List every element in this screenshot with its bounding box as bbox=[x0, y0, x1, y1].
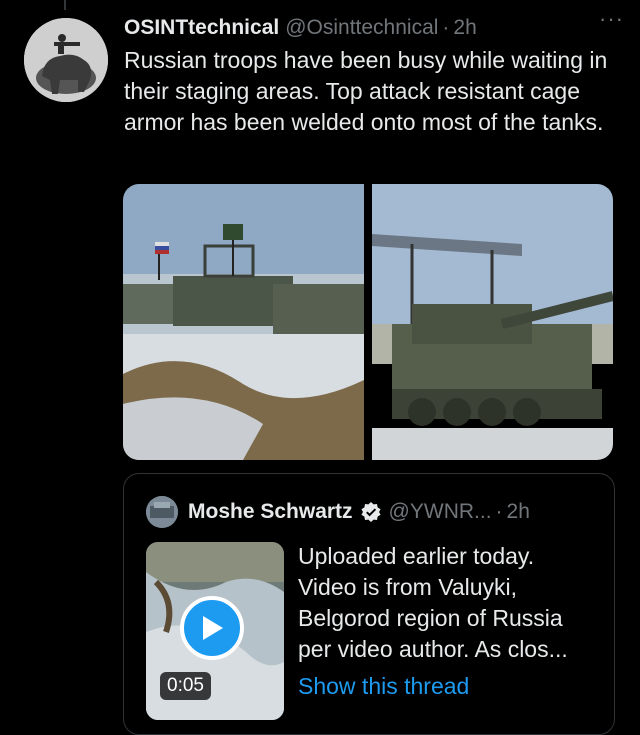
author-handle[interactable]: @Osinttechnical bbox=[285, 16, 438, 40]
quoted-tweet-card[interactable]: Moshe Schwartz @YWNR... · 2h 0:05 Upload… bbox=[123, 473, 615, 735]
more-options-icon[interactable]: ··· bbox=[599, 6, 624, 32]
time-separator: · bbox=[442, 16, 450, 39]
quoted-author-handle[interactable]: @YWNR... bbox=[389, 500, 492, 524]
verified-badge-icon bbox=[360, 502, 381, 522]
quoted-time-separator: · bbox=[495, 500, 503, 523]
tweet-photo-1[interactable] bbox=[123, 184, 364, 460]
tweet-media-grid bbox=[123, 184, 613, 460]
quoted-tweet-text: Uploaded earlier today. Video is from Va… bbox=[298, 543, 568, 662]
quoted-author-display-name[interactable]: Moshe Schwartz bbox=[188, 500, 353, 524]
show-this-thread-link[interactable]: Show this thread bbox=[298, 673, 469, 700]
tweet-text: Russian troops have been busy while wait… bbox=[124, 47, 608, 135]
author-avatar[interactable] bbox=[24, 18, 108, 102]
video-duration-badge: 0:05 bbox=[160, 672, 211, 700]
quoted-timestamp[interactable]: 2h bbox=[507, 500, 530, 524]
thread-connector-line bbox=[64, 0, 66, 10]
quoted-author-avatar[interactable] bbox=[146, 496, 178, 528]
play-icon[interactable] bbox=[180, 596, 244, 660]
tweet-timestamp[interactable]: 2h bbox=[453, 16, 476, 40]
tweet-header: OSINTtechnical @Osinttechnical · 2h bbox=[124, 12, 624, 44]
quoted-tweet-header: Moshe Schwartz @YWNR... · 2h bbox=[146, 496, 530, 528]
quoted-video-thumbnail[interactable]: 0:05 bbox=[146, 542, 284, 720]
author-display-name[interactable]: OSINTtechnical bbox=[124, 16, 279, 40]
tweet-photo-2[interactable] bbox=[372, 184, 613, 460]
